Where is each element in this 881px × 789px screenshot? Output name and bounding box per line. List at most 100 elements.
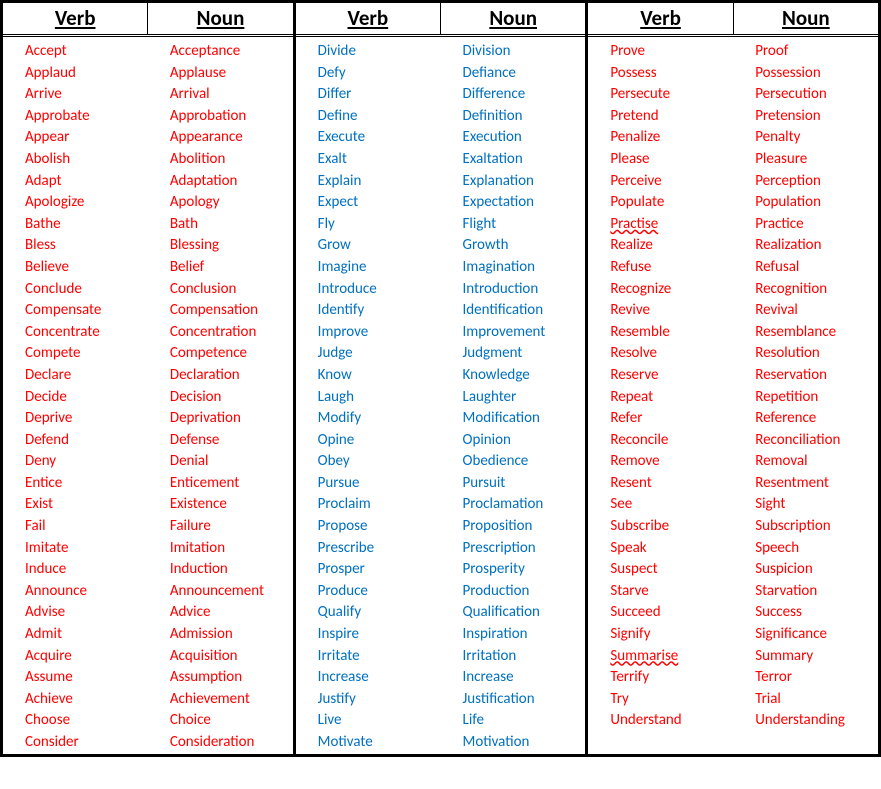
- cell-noun: Belief: [148, 257, 293, 279]
- cell-verb: Reconcile: [588, 430, 733, 452]
- cell-verb: Know: [296, 365, 441, 387]
- cell-noun: Increase: [441, 667, 586, 689]
- cell-verb: Proclaim: [296, 494, 441, 516]
- cell-verb: Exist: [3, 494, 148, 516]
- table-wrap: VerbNounAcceptAcceptanceApplaudApplauseA…: [0, 0, 881, 757]
- cell-noun: Difference: [441, 84, 586, 106]
- cell-verb: Compensate: [3, 300, 148, 322]
- cell-noun: Removal: [733, 451, 878, 473]
- cell-noun: Modification: [441, 408, 586, 430]
- cell-noun: Starvation: [733, 581, 878, 603]
- table-row: ExistExistence: [3, 494, 293, 516]
- table-row: FlyFlight: [296, 214, 586, 236]
- cell-verb: Penalize: [588, 127, 733, 149]
- header-noun: Noun: [441, 3, 585, 34]
- cell-verb: Acquire: [3, 646, 148, 668]
- cell-verb: See: [588, 494, 733, 516]
- table-row: AcquireAcquisition: [3, 646, 293, 668]
- cell-noun: Knowledge: [441, 365, 586, 387]
- cell-verb: Entice: [3, 473, 148, 495]
- cell-verb: Resolve: [588, 343, 733, 365]
- cell-noun: Summary: [733, 646, 878, 668]
- cell-noun: Laughter: [441, 387, 586, 409]
- cell-verb: Concentrate: [3, 322, 148, 344]
- table-row: CompeteCompetence: [3, 343, 293, 365]
- cell-verb: Produce: [296, 581, 441, 603]
- table-row: PenalizePenalty: [588, 127, 878, 149]
- cell-noun: Declaration: [148, 365, 293, 387]
- cell-noun: Failure: [148, 516, 293, 538]
- table-row: PractisePractice: [588, 214, 878, 236]
- cell-verb: Remove: [588, 451, 733, 473]
- cell-verb: Announce: [3, 581, 148, 603]
- cell-verb: Prove: [588, 41, 733, 63]
- cell-noun: Reference: [733, 408, 878, 430]
- table-row: SpeakSpeech: [588, 538, 878, 560]
- table-row: DecideDecision: [3, 387, 293, 409]
- table-row: DifferDifference: [296, 84, 586, 106]
- cell-verb: Apologize: [3, 192, 148, 214]
- cell-verb: Laugh: [296, 387, 441, 409]
- cell-noun: Exaltation: [441, 149, 586, 171]
- cell-noun: Growth: [441, 235, 586, 257]
- cell-verb: Refuse: [588, 257, 733, 279]
- table-row: SeeSight: [588, 494, 878, 516]
- column-block-2: VerbNounProveProofPossessPossessionPerse…: [585, 3, 881, 754]
- cell-noun: Approbation: [148, 106, 293, 128]
- cell-verb: Expect: [296, 192, 441, 214]
- table-row: IntroduceIntroduction: [296, 279, 586, 301]
- cell-noun: Repetition: [733, 387, 878, 409]
- cell-verb: Obey: [296, 451, 441, 473]
- table-row: SubscribeSubscription: [588, 516, 878, 538]
- cell-verb: Bathe: [3, 214, 148, 236]
- table-row: KnowKnowledge: [296, 365, 586, 387]
- cell-verb: Succeed: [588, 602, 733, 624]
- cell-verb: Repeat: [588, 387, 733, 409]
- cell-noun: Suspicion: [733, 559, 878, 581]
- cell-noun: Proposition: [441, 516, 586, 538]
- table-row: ExplainExplanation: [296, 171, 586, 193]
- cell-verb: Modify: [296, 408, 441, 430]
- cell-noun: Deprivation: [148, 408, 293, 430]
- table-row: DefineDefinition: [296, 106, 586, 128]
- cell-noun: Trial: [733, 689, 878, 711]
- cell-noun: Sight: [733, 494, 878, 516]
- table-row: PersecutePersecution: [588, 84, 878, 106]
- table-row: BlessBlessing: [3, 235, 293, 257]
- cell-verb: Revive: [588, 300, 733, 322]
- cell-noun: Production: [441, 581, 586, 603]
- cell-verb: Compete: [3, 343, 148, 365]
- cell-verb: Judge: [296, 343, 441, 365]
- cell-verb: Understand: [588, 710, 733, 732]
- cell-verb: Abolish: [3, 149, 148, 171]
- cell-noun: Advice: [148, 602, 293, 624]
- table-row: IdentifyIdentification: [296, 300, 586, 322]
- cell-verb: Resent: [588, 473, 733, 495]
- table-row: PossessPossession: [588, 63, 878, 85]
- cell-noun: Defense: [148, 430, 293, 452]
- cell-noun: Appearance: [148, 127, 293, 149]
- cell-verb: Defend: [3, 430, 148, 452]
- cell-noun: Apology: [148, 192, 293, 214]
- cell-noun: Pleasure: [733, 149, 878, 171]
- cell-verb: Prescribe: [296, 538, 441, 560]
- cell-noun: Imagination: [441, 257, 586, 279]
- table-row: ImitateImitation: [3, 538, 293, 560]
- cell-noun: Realization: [733, 235, 878, 257]
- cell-noun: Acquisition: [148, 646, 293, 668]
- cell-noun: Blessing: [148, 235, 293, 257]
- table-row: DefendDefense: [3, 430, 293, 452]
- cell-verb: Divide: [296, 41, 441, 63]
- cell-noun: Life: [441, 710, 586, 732]
- cell-verb: Assume: [3, 667, 148, 689]
- cell-verb: Approbate: [3, 106, 148, 128]
- table-row: RecognizeRecognition: [588, 279, 878, 301]
- cell-noun: Understanding: [733, 710, 878, 732]
- table-row: LiveLife: [296, 710, 586, 732]
- cell-verb: Imitate: [3, 538, 148, 560]
- cell-noun: Judgment: [441, 343, 586, 365]
- cell-noun: Announcement: [148, 581, 293, 603]
- cell-noun: Proclamation: [441, 494, 586, 516]
- table-row: ProveProof: [588, 41, 878, 63]
- cell-verb: Achieve: [3, 689, 148, 711]
